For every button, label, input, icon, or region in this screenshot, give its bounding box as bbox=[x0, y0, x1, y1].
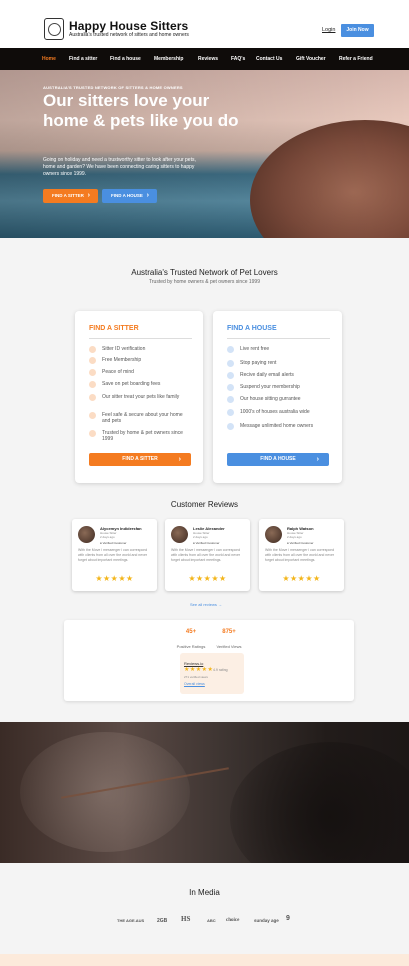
nav-item-membership[interactable]: Membership bbox=[154, 56, 183, 62]
check-icon bbox=[89, 346, 96, 353]
nav-item-faqs[interactable]: FAQ's bbox=[231, 56, 245, 62]
verified-views-count: 875+ bbox=[222, 629, 236, 635]
media-logo-the-age: THE AGE.AUS bbox=[117, 918, 145, 923]
review-card: Leslie Alexander House Sitter 2 days ago… bbox=[165, 519, 250, 591]
check-icon bbox=[227, 384, 234, 391]
chevron-right-icon: › bbox=[87, 192, 90, 199]
star-rating: ★★★★★ bbox=[282, 574, 321, 583]
review-date: 2 days ago bbox=[287, 535, 302, 539]
chevron-right-icon: › bbox=[146, 192, 149, 199]
hero-find-sitter-button[interactable]: FIND A SITTER › bbox=[43, 189, 98, 203]
nav-item-reviews[interactable]: Reviews bbox=[198, 56, 218, 62]
see-all-reviews-link[interactable]: See all reviews → bbox=[190, 602, 222, 607]
card-heading: FIND A HOUSE bbox=[227, 325, 277, 332]
hero-find-sitter-label: FIND A SITTER bbox=[52, 193, 84, 198]
hero-title: Our sitters love your home & pets like y… bbox=[43, 91, 239, 130]
rating-widget: Reviews.io ★★★★★ 4.9 rating 271 verified… bbox=[180, 653, 244, 694]
media-logo-nine: 9 bbox=[286, 915, 290, 922]
media-logo-abc: ABC bbox=[207, 918, 216, 923]
nav-item-find-a-house[interactable]: Find a house bbox=[110, 56, 141, 62]
check-icon bbox=[89, 412, 96, 419]
nav-item-contact-us[interactable]: Contact Us bbox=[256, 56, 282, 62]
check-icon bbox=[227, 423, 234, 430]
brand-title[interactable]: Happy House Sitters bbox=[69, 19, 188, 33]
review-text: With the Move i messenger i can correspo… bbox=[265, 548, 335, 562]
review-date: 2 days ago bbox=[100, 535, 115, 539]
network-subtitle: Trusted by home owners & pet owners sinc… bbox=[149, 279, 260, 285]
verified-badge: ● Verified Customer bbox=[193, 541, 220, 545]
check-icon bbox=[227, 396, 234, 403]
find-sitter-card: FIND A SITTER Sitter ID verification Fre… bbox=[75, 311, 203, 483]
nav-item-gift-voucher[interactable]: Gift Voucher bbox=[296, 56, 326, 62]
positive-ratings-count: 45+ bbox=[185, 629, 197, 635]
check-icon bbox=[227, 346, 234, 353]
reviews-title: Customer Reviews bbox=[170, 500, 239, 509]
network-title: Australia's Trusted Network of Pet Lover… bbox=[131, 268, 278, 277]
review-card: Ralph Watson House Sitter 2 days ago ● V… bbox=[259, 519, 344, 591]
avatar bbox=[78, 526, 95, 543]
check-icon bbox=[227, 360, 234, 367]
nav-item-refer-a-friend[interactable]: Refer a Friend bbox=[339, 56, 373, 62]
media-logo-choice: choice bbox=[226, 918, 240, 923]
overall-views-link[interactable]: Overall views bbox=[184, 682, 205, 686]
chevron-right-icon: › bbox=[178, 456, 181, 463]
check-icon bbox=[89, 369, 96, 376]
review-text: With the Move i messenger i can correspo… bbox=[171, 548, 241, 562]
avatar bbox=[265, 526, 282, 543]
join-now-button[interactable]: Join Now bbox=[341, 24, 374, 37]
hero-description: Going on holiday and need a trustworthy … bbox=[43, 157, 196, 177]
find-house-button-label: FIND A HOUSE bbox=[260, 456, 296, 462]
stats-panel: 45+ Positive Ratings 875+ Verified Views… bbox=[64, 620, 354, 701]
pet-photo-banner bbox=[0, 722, 409, 863]
chevron-right-icon: › bbox=[316, 456, 319, 463]
site-header: Happy House Sitters Australia's trusted … bbox=[0, 0, 409, 48]
star-rating: ★★★★★ bbox=[188, 574, 227, 583]
media-logo-sunday-age: sunday age bbox=[254, 918, 279, 923]
hero-eyebrow: AUSTRALIA'S TRUSTED NETWORK OF SITTERS &… bbox=[43, 85, 183, 90]
verified-views-label: Verified Views bbox=[216, 644, 242, 649]
check-icon bbox=[89, 381, 96, 388]
check-icon bbox=[89, 430, 96, 437]
nav-item-home[interactable]: Home bbox=[42, 56, 56, 62]
rating-score: 4.9 rating bbox=[213, 668, 228, 672]
footer-band bbox=[0, 954, 409, 966]
find-house-card: FIND A HOUSE Live rent free Stop paying … bbox=[213, 311, 342, 483]
verified-badge: ● Verified Customer bbox=[287, 541, 314, 545]
check-icon bbox=[89, 394, 96, 401]
media-title: In Media bbox=[189, 888, 220, 897]
star-rating: ★★★★★ bbox=[184, 667, 214, 673]
card-heading: FIND A SITTER bbox=[89, 325, 139, 332]
media-logo-2gb: 2GB bbox=[157, 918, 168, 924]
check-icon bbox=[227, 372, 234, 379]
check-icon bbox=[89, 357, 96, 364]
verified-badge: ● Verified Customer bbox=[100, 541, 127, 545]
find-sitter-button[interactable]: FIND A SITTER › bbox=[89, 453, 191, 466]
review-date: 2 days ago bbox=[193, 535, 208, 539]
find-house-button[interactable]: FIND A HOUSE › bbox=[227, 453, 329, 466]
hero-find-house-button[interactable]: FIND A HOUSE › bbox=[102, 189, 157, 203]
rating-count: 271 verified views bbox=[184, 675, 208, 679]
house-logo-icon[interactable] bbox=[44, 18, 64, 40]
find-sitter-button-label: FIND A SITTER bbox=[122, 456, 158, 462]
review-card: Alycemyn Indidersfan House Sitter 2 days… bbox=[72, 519, 157, 591]
hero-find-house-label: FIND A HOUSE bbox=[111, 193, 143, 198]
star-rating: ★★★★★ bbox=[95, 574, 134, 583]
check-icon bbox=[227, 409, 234, 416]
brand-subtitle: Australia's trusted network of sitters a… bbox=[69, 32, 189, 38]
main-nav: Home Find a sitter Find a house Membersh… bbox=[0, 48, 409, 70]
review-text: With the Move i messenger i can correspo… bbox=[78, 548, 148, 562]
nav-item-find-a-sitter[interactable]: Find a sitter bbox=[69, 56, 97, 62]
avatar bbox=[171, 526, 188, 543]
positive-ratings-label: Positive Ratings bbox=[176, 644, 206, 649]
login-link[interactable]: Login bbox=[322, 27, 335, 33]
media-logo-hs: HS bbox=[181, 915, 191, 923]
